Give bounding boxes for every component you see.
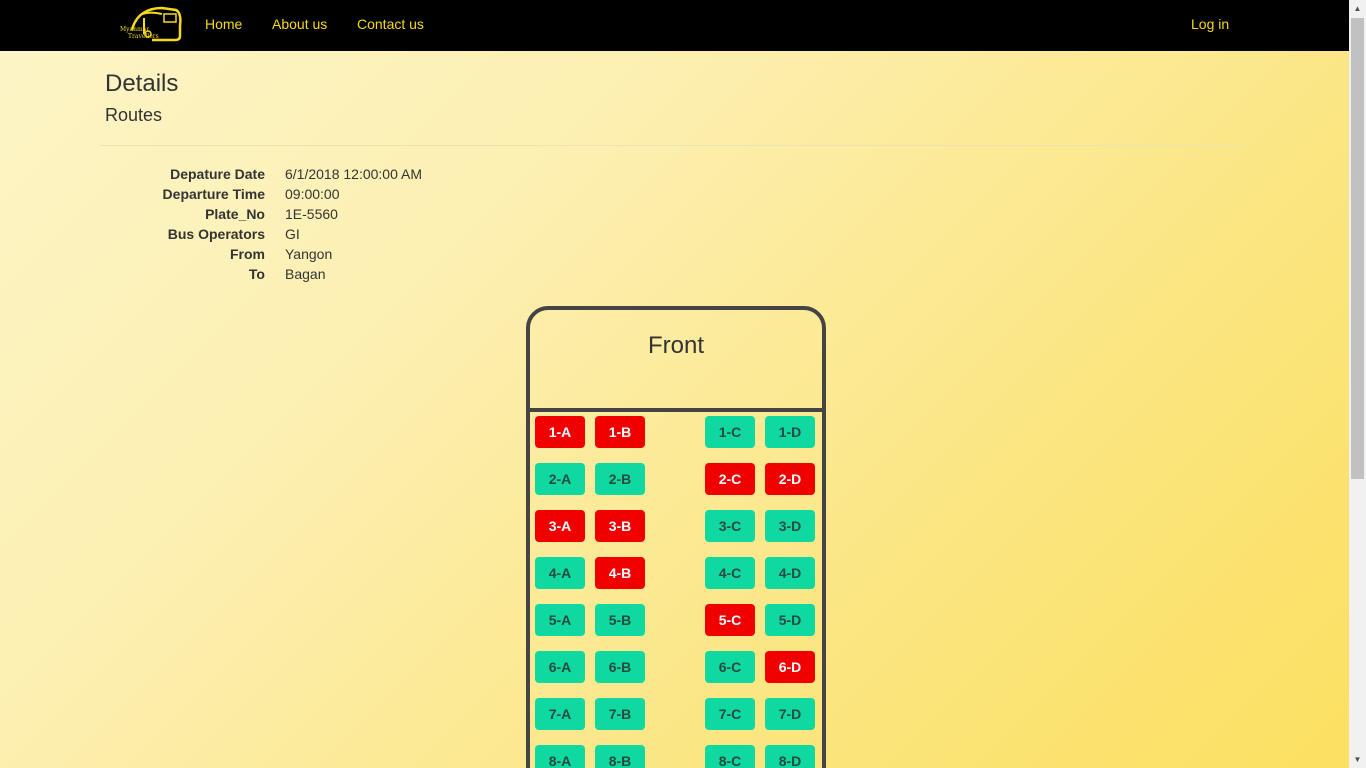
seat-4-b-button[interactable]: 4-B xyxy=(595,557,645,589)
seat-5-b-button[interactable]: 5-B xyxy=(595,604,645,636)
scroll-up-icon[interactable]: ▲ xyxy=(1349,0,1366,17)
seat-7-a-button[interactable]: 7-A xyxy=(535,698,585,730)
seat-2-c-button[interactable]: 2-C xyxy=(705,463,755,495)
nav-about-link[interactable]: About us xyxy=(272,16,327,32)
detail-value: GI xyxy=(285,226,300,242)
seat-5-a-button[interactable]: 5-A xyxy=(535,604,585,636)
login-link[interactable]: Log in xyxy=(1191,16,1229,32)
detail-value: 6/1/2018 12:00:00 AM xyxy=(285,166,422,182)
seat-6-a-button[interactable]: 6-A xyxy=(535,651,585,683)
seat-8-b-button[interactable]: 8-B xyxy=(595,745,645,768)
seat-4-c-button[interactable]: 4-C xyxy=(705,557,755,589)
seat-1-a-button[interactable]: 1-A xyxy=(535,416,585,448)
seat-3-a-button[interactable]: 3-A xyxy=(535,510,585,542)
seat-1-d-button[interactable]: 1-D xyxy=(765,416,815,448)
seat-2-b-button[interactable]: 2-B xyxy=(595,463,645,495)
scroll-down-icon[interactable]: ▼ xyxy=(1349,751,1366,768)
scrollbar-thumb[interactable] xyxy=(1351,18,1364,479)
detail-label: To xyxy=(248,266,265,282)
seat-8-c-button[interactable]: 8-C xyxy=(705,745,755,768)
bus-front-divider xyxy=(530,408,822,412)
detail-label: Depature Date xyxy=(170,166,265,182)
page-subtitle: Routes xyxy=(105,105,163,125)
seat-1-c-button[interactable]: 1-C xyxy=(705,416,755,448)
seat-4-a-button[interactable]: 4-A xyxy=(535,557,585,589)
seat-2-d-button[interactable]: 2-D xyxy=(765,463,815,495)
seat-3-d-button[interactable]: 3-D xyxy=(765,510,815,542)
seat-6-b-button[interactable]: 6-B xyxy=(595,651,645,683)
navbar: Myanmar Travellers Home About us Contact… xyxy=(0,0,1349,51)
seat-1-b-button[interactable]: 1-B xyxy=(595,416,645,448)
seat-6-c-button[interactable]: 6-C xyxy=(705,651,755,683)
seat-3-c-button[interactable]: 3-C xyxy=(705,510,755,542)
vertical-scrollbar[interactable]: ▲ ▼ xyxy=(1349,0,1366,768)
seat-8-a-button[interactable]: 8-A xyxy=(535,745,585,768)
page-title: Details xyxy=(105,70,179,97)
detail-label: Plate_No xyxy=(205,206,265,222)
seat-8-d-button[interactable]: 8-D xyxy=(765,745,815,768)
svg-text:Myanmar: Myanmar xyxy=(120,26,149,33)
detail-value: Bagan xyxy=(285,266,326,282)
seat-7-d-button[interactable]: 7-D xyxy=(765,698,815,730)
bus-front-label: Front xyxy=(647,332,704,359)
svg-text:Travellers: Travellers xyxy=(128,33,159,40)
nav-contact-link[interactable]: Contact us xyxy=(357,16,424,32)
divider xyxy=(100,145,1245,146)
seat-7-c-button[interactable]: 7-C xyxy=(705,698,755,730)
seat-6-d-button[interactable]: 6-D xyxy=(765,651,815,683)
seat-4-d-button[interactable]: 4-D xyxy=(765,557,815,589)
seat-3-b-button[interactable]: 3-B xyxy=(595,510,645,542)
detail-label: Bus Operators xyxy=(167,226,265,242)
seat-2-a-button[interactable]: 2-A xyxy=(535,463,585,495)
seat-5-c-button[interactable]: 5-C xyxy=(705,604,755,636)
detail-value: 1E-5560 xyxy=(285,206,338,222)
seat-5-d-button[interactable]: 5-D xyxy=(765,604,815,636)
detail-label: From xyxy=(230,246,265,262)
bus-logo-icon[interactable]: Myanmar Travellers xyxy=(118,4,182,44)
bus-seat-map: Front 1-A 1-B 1-C 1-D 2-A 2-B 2-C 2-D 3-A 3-B 3-C 3… xyxy=(526,306,826,768)
detail-value: Yangon xyxy=(285,246,333,262)
detail-value: 09:00:00 xyxy=(285,186,340,202)
seat-7-b-button[interactable]: 7-B xyxy=(595,698,645,730)
detail-label: Departure Time xyxy=(162,186,265,202)
nav-home-link[interactable]: Home xyxy=(205,16,242,32)
